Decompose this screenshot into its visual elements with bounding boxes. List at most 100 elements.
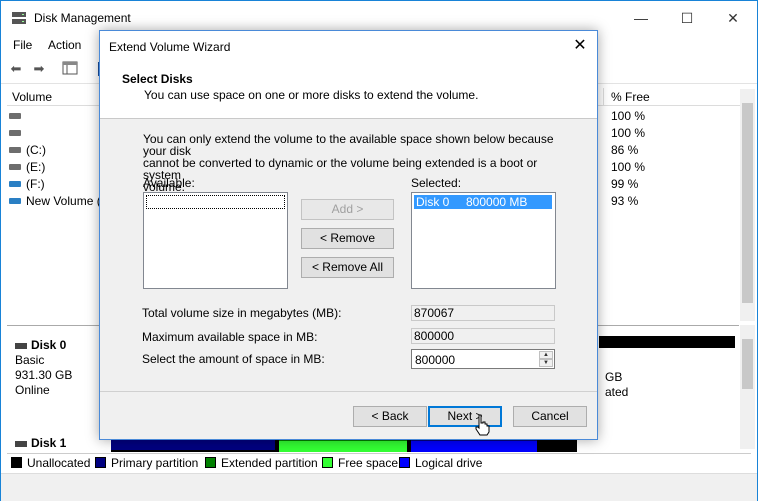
disk0-title: Disk 0 <box>31 338 67 352</box>
disk0-partition-header[interactable] <box>599 336 735 348</box>
info-line: cannot be converted to dynamic or the vo… <box>143 156 538 182</box>
dialog-title: Extend Volume Wizard <box>109 40 231 54</box>
drive-icon <box>9 164 21 170</box>
free-pct-cell: 99 % <box>611 177 639 191</box>
disk0-partition-status: ated <box>605 385 629 399</box>
drive-icon <box>9 181 21 187</box>
volume-row[interactable]: (E:) <box>9 159 99 176</box>
list-focus-item[interactable] <box>146 195 285 209</box>
drive-icon <box>9 147 21 153</box>
drive-icon <box>9 198 21 204</box>
max-space-field: 800000 <box>411 328 555 344</box>
free-pct-cell: 86 % <box>611 143 639 157</box>
disk0-type: Basic <box>15 353 45 367</box>
select-space-label: Select the amount of space in MB: <box>142 352 325 366</box>
window-title: Disk Management <box>34 11 131 25</box>
disk0-status: Online <box>15 383 50 397</box>
volume-row[interactable]: New Volume ( <box>9 193 101 210</box>
disk0-info[interactable]: Disk 0 Basic 931.30 GB Online <box>15 338 72 398</box>
swatch-icon <box>322 457 333 468</box>
selected-disks-list[interactable]: Disk 0 800000 MB <box>411 192 556 289</box>
free-pct-cell: 100 % <box>611 160 646 174</box>
disk-icon <box>15 342 27 349</box>
disk1-title: Disk 1 <box>31 436 67 450</box>
volume-row[interactable]: (C:) <box>9 142 99 159</box>
remove-button[interactable]: < Remove <box>301 228 394 249</box>
swatch-icon <box>95 457 106 468</box>
max-space-label: Maximum available space in MB: <box>142 330 318 344</box>
available-disks-list[interactable] <box>143 192 288 289</box>
swatch-icon <box>205 457 216 468</box>
swatch-icon <box>11 457 22 468</box>
scrollbar-thumb[interactable] <box>742 339 753 389</box>
dialog-close-button[interactable]: ✕ <box>569 35 591 57</box>
volume-list-scrollbar[interactable] <box>740 89 755 321</box>
swatch-icon <box>399 457 410 468</box>
column-free-pct[interactable]: % Free <box>611 90 650 104</box>
volume-name: (E:) <box>26 160 46 174</box>
disk1-primary-partition[interactable] <box>111 438 275 452</box>
volume-name: (F:) <box>26 177 45 191</box>
disk0-partition-size: GB <box>605 370 623 384</box>
available-label: Available: <box>143 176 195 190</box>
total-size-field: 870067 <box>411 305 555 321</box>
console-tree-icon[interactable] <box>61 61 79 77</box>
drive-icon <box>9 113 21 119</box>
column-divider[interactable] <box>603 88 604 106</box>
legend-extended-partition: Extended partition <box>205 456 318 470</box>
menu-file[interactable]: File <box>13 38 32 52</box>
legend-free-space: Free space <box>322 456 398 470</box>
maximize-button[interactable]: ☐ <box>664 5 710 31</box>
cancel-button[interactable]: Cancel <box>513 406 587 427</box>
remove-all-button[interactable]: < Remove All <box>301 257 394 278</box>
volume-row[interactable] <box>9 125 99 142</box>
minimize-button[interactable]: — <box>618 5 664 31</box>
volume-name: (C:) <box>26 143 46 157</box>
info-line: You can only extend the volume to the av… <box>143 132 554 158</box>
legend: Unallocated Primary partition Extended p… <box>7 453 751 472</box>
total-size-label: Total volume size in megabytes (MB): <box>142 306 342 320</box>
dialog-title-bar: Extend Volume Wizard ✕ <box>100 31 597 61</box>
next-button[interactable]: Next > <box>428 406 502 427</box>
add-button[interactable]: Add > <box>301 199 394 220</box>
disk-icon <box>15 440 27 447</box>
free-pct-cell: 93 % <box>611 194 639 208</box>
spin-up-icon[interactable]: ▲ <box>539 351 553 359</box>
spin-down-icon[interactable]: ▼ <box>539 359 553 367</box>
disk-management-app-icon <box>12 12 26 24</box>
step-title: Select Disks <box>122 72 193 86</box>
column-volume[interactable]: Volume <box>12 90 52 104</box>
legend-logical-drive: Logical drive <box>399 456 482 470</box>
free-pct-cell: 100 % <box>611 126 646 140</box>
free-pct-cell: 100 % <box>611 109 646 123</box>
disk1-unallocated[interactable] <box>537 438 577 452</box>
disk1-free-space[interactable] <box>279 438 407 452</box>
back-button[interactable]: < Back <box>353 406 427 427</box>
volume-row[interactable]: (F:) <box>9 176 99 193</box>
legend-primary-partition: Primary partition <box>95 456 198 470</box>
forward-arrow-icon[interactable]: ➡ <box>30 61 48 77</box>
disk1-logical-drive[interactable] <box>411 438 537 452</box>
disk1-info[interactable]: Disk 1 <box>15 436 66 451</box>
selected-disk-item[interactable]: Disk 0 800000 MB <box>414 195 552 209</box>
step-subtitle: You can use space on one or more disks t… <box>144 88 479 102</box>
drive-icon <box>9 130 21 136</box>
space-amount-value[interactable]: 800000 <box>415 353 455 367</box>
scrollbar-thumb[interactable] <box>742 103 753 303</box>
hand-cursor-icon <box>475 414 490 436</box>
status-bar <box>1 473 757 501</box>
info-text: You can only extend the volume to the av… <box>143 133 563 193</box>
legend-unallocated: Unallocated <box>11 456 90 470</box>
selected-label: Selected: <box>411 176 462 190</box>
disk-pane-scrollbar[interactable] <box>740 325 755 449</box>
volume-name: New Volume ( <box>26 194 101 208</box>
close-button[interactable]: ✕ <box>710 5 756 31</box>
wizard-step-header: Select Disks You can use space on one or… <box>100 61 597 119</box>
volume-row[interactable] <box>9 108 99 125</box>
dialog-separator <box>100 391 597 392</box>
back-arrow-icon[interactable]: ⬅ <box>7 61 25 77</box>
space-amount-spinbox[interactable]: 800000 ▲ ▼ <box>411 349 555 369</box>
disk0-size: 931.30 GB <box>15 368 73 382</box>
menu-action[interactable]: Action <box>48 38 81 52</box>
extend-volume-wizard-dialog: Extend Volume Wizard ✕ Select Disks You … <box>99 30 598 440</box>
